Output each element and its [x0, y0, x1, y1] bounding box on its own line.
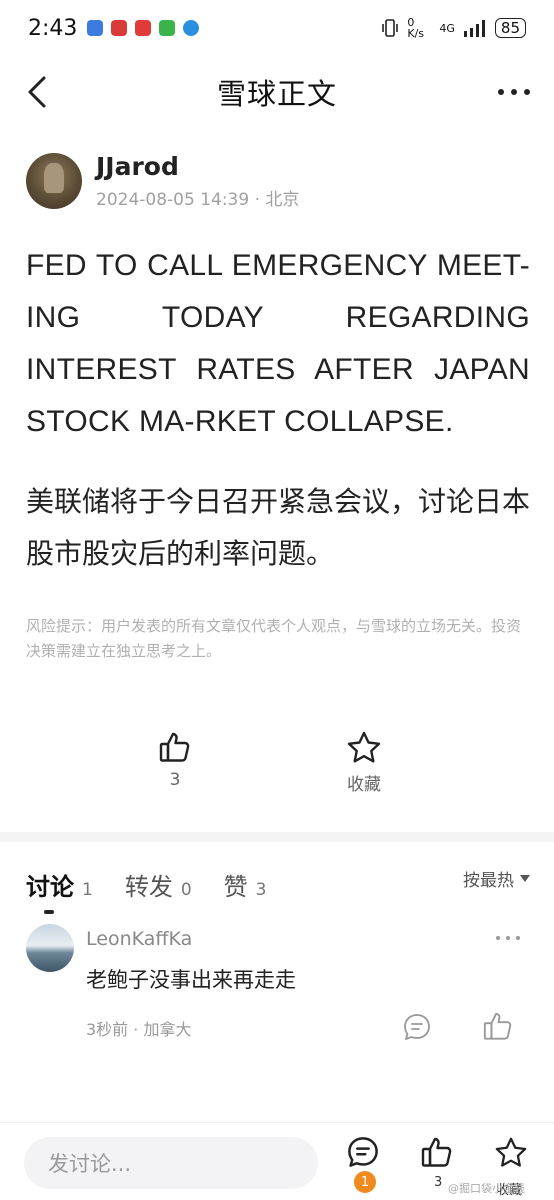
- author-name[interactable]: JJarod: [96, 152, 299, 181]
- tab-discussion[interactable]: 讨论 1: [26, 867, 93, 914]
- notification-icons: [87, 20, 200, 36]
- comment-text: 老鲍子没事出来再走走: [86, 968, 296, 992]
- battery-indicator: 85: [494, 18, 526, 38]
- sort-label: 按最热: [463, 871, 514, 891]
- post-text-chinese: 美联储将于今日召开紧急会议，讨论日本股市股灾后的利率问题。: [26, 485, 531, 570]
- vibrate-icon: [382, 19, 399, 37]
- bottom-favorite-button[interactable]: [494, 1135, 528, 1173]
- thumbs-up-icon: [483, 1012, 512, 1040]
- app-notification-icon: [111, 20, 128, 36]
- like-count: 3: [169, 770, 181, 790]
- app-notification-icon: [159, 20, 176, 36]
- like-button[interactable]: 3: [158, 730, 192, 790]
- tab-count: 1: [82, 880, 93, 900]
- app-notification-icon: [87, 20, 104, 36]
- post-text-english: FED TO CALL EMERGENCY MEET-ING TODAY REG…: [26, 249, 530, 438]
- more-dots-icon: [496, 936, 500, 940]
- chevron-left-icon: [28, 76, 46, 108]
- comment-item: LeonKaffKa 老鲍子没事出来再走走 3秒前 · 加拿大: [26, 920, 530, 1050]
- more-dots-icon: [498, 89, 504, 95]
- signal-icon: [463, 20, 485, 37]
- comment-bubble-icon: [404, 1014, 430, 1040]
- comment-more-button[interactable]: [496, 936, 520, 942]
- sort-dropdown[interactable]: 按最热: [463, 866, 530, 891]
- author-block: JJarod 2024-08-05 14:39 · 北京: [26, 152, 299, 210]
- tab-count: 0: [180, 880, 192, 900]
- status-bar: 2:43 0 K/s 4G 85: [0, 0, 554, 56]
- network-speed: 0 K/s: [407, 16, 425, 40]
- comment-like-button[interactable]: [482, 1010, 514, 1046]
- caret-down-icon: [520, 875, 530, 882]
- more-button[interactable]: [498, 78, 530, 106]
- app-notification-icon: [183, 20, 200, 36]
- thumbs-up-icon: [159, 732, 190, 762]
- discussion-tabs: 讨论 1 转发 0 赞 3 按最热: [26, 858, 530, 914]
- back-button[interactable]: [24, 74, 54, 110]
- network-type: 4G: [439, 21, 455, 35]
- comments-button[interactable]: [346, 1135, 380, 1173]
- nav-bar: 雪球正文: [0, 56, 554, 128]
- tab-label: 讨论: [26, 873, 74, 901]
- bottom-like-button[interactable]: [420, 1135, 454, 1173]
- bottom-like-count: 3: [434, 1175, 443, 1190]
- status-indicators: 0 K/s 4G 85: [381, 17, 526, 39]
- page-title: 雪球正文: [216, 77, 337, 111]
- thumbs-up-icon: [421, 1137, 452, 1167]
- star-icon: [347, 731, 381, 763]
- tab-label: 赞: [223, 873, 248, 901]
- comment-bubble-icon: [348, 1137, 378, 1167]
- post-actions: 3 收藏: [0, 730, 554, 810]
- risk-notice: 风险提示：用户发表的所有文章仅代表个人观点，与雪球的立场无关。投资决策需建立在独…: [26, 617, 522, 660]
- tab-label: 转发: [124, 873, 173, 901]
- tab-count: 3: [255, 880, 267, 900]
- tab-repost[interactable]: 转发 0: [125, 867, 192, 902]
- favorite-label: 收藏: [347, 775, 381, 795]
- status-time: 2:43: [28, 15, 78, 41]
- discussion-input[interactable]: 发讨论...: [24, 1137, 318, 1189]
- weibo-icon: [135, 20, 152, 36]
- watermark: @掘口袋小金钱: [448, 1182, 525, 1195]
- commenter-name[interactable]: LeonKaffKa: [86, 928, 192, 950]
- author-info: JJarod 2024-08-05 14:39 · 北京: [96, 152, 299, 210]
- comment-meta: 3秒前 · 加拿大: [86, 1020, 192, 1039]
- tab-likes[interactable]: 赞 3: [224, 867, 267, 902]
- reply-button[interactable]: [402, 1012, 432, 1046]
- comment-count-badge: 1: [354, 1171, 376, 1193]
- commenter-avatar[interactable]: [26, 924, 74, 972]
- star-icon: [495, 1137, 527, 1167]
- favorite-button[interactable]: 收藏: [346, 730, 382, 795]
- section-divider: [0, 832, 554, 842]
- author-avatar[interactable]: [26, 153, 82, 209]
- post-meta: 2024-08-05 14:39 · 北京: [96, 190, 300, 210]
